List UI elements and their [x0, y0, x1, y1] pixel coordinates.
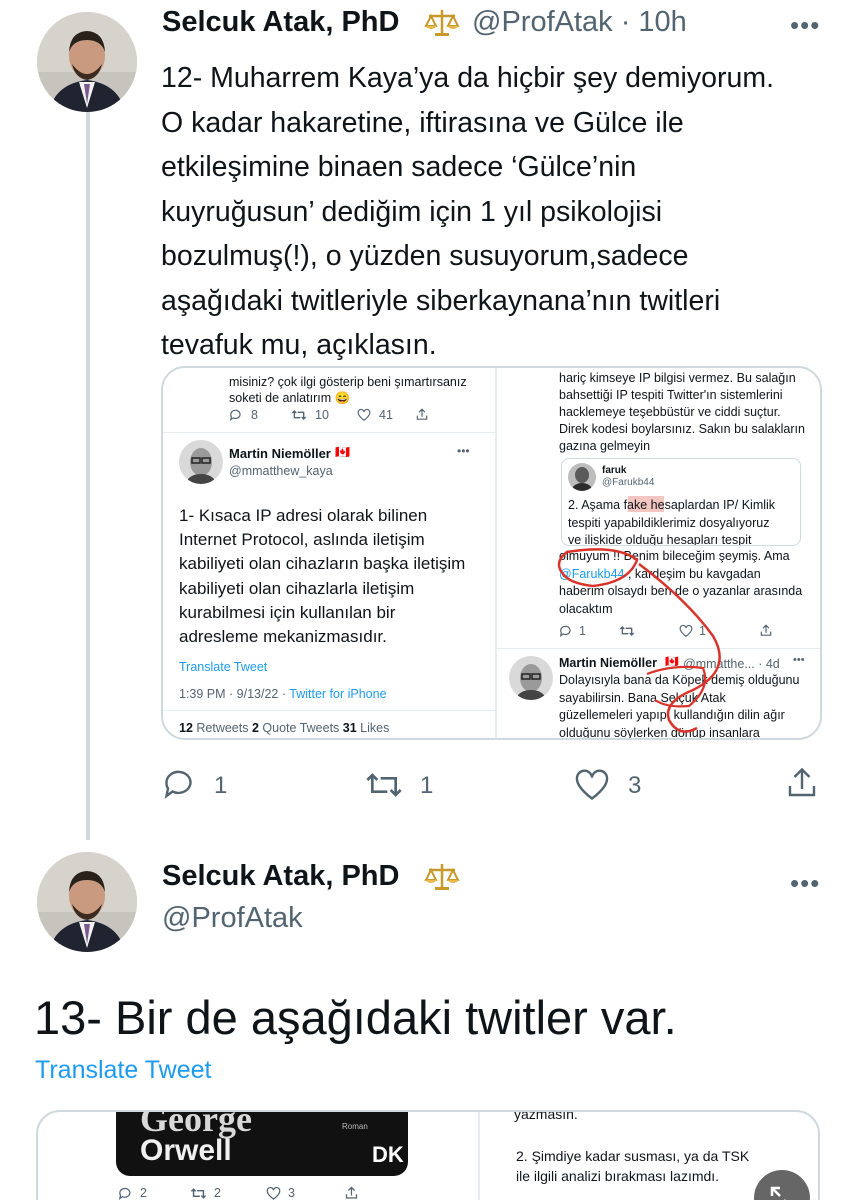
avatar[interactable] — [37, 12, 137, 112]
embedded-action-bar: 2 2 3 — [116, 1186, 406, 1200]
reply-count: 8 — [251, 408, 258, 422]
like-icon[interactable] — [574, 768, 610, 807]
tweet-text: 13- Bir de aşağıdaki twitler var. — [34, 991, 677, 1044]
reply-icon — [229, 408, 243, 427]
avatar[interactable] — [37, 852, 137, 952]
reply-count: 1 — [214, 772, 228, 799]
reply-icon[interactable] — [162, 766, 198, 807]
share-icon[interactable] — [784, 764, 820, 807]
embedded-text: misiniz? çok ilgi gösterip beni şımartır… — [229, 375, 467, 389]
embedded-author-handle: @mmatthew_kaya — [229, 464, 333, 478]
share-icon — [344, 1185, 359, 1200]
like-icon — [266, 1186, 281, 1200]
embedded-translate: Translate Tweet — [179, 660, 268, 674]
tweet-text-line: O kadar hakaretine, iftirasına ve Gülce … — [161, 106, 684, 139]
embedded-time: 1:39 PM · 9/13/22 · — [179, 687, 290, 701]
book-title-line: Orwell — [140, 1134, 232, 1167]
like-count: 41 — [379, 408, 393, 422]
scale-icon — [424, 8, 460, 43]
embedded-body-line: kabiliyeti olan cihazlarla iletişim — [179, 578, 415, 598]
embedded-text: 2. Şimdiye kadar susması, ya da TSK — [516, 1148, 750, 1164]
embedded-stats: 12 Retweets 2 Quote Tweets 31 Likes — [179, 720, 389, 737]
retweet-icon[interactable] — [364, 768, 404, 807]
scale-icon — [424, 862, 460, 897]
author-handle[interactable]: @ProfAtak — [162, 902, 303, 935]
retweet-count: 2 — [214, 1186, 221, 1200]
media-image[interactable]: misiniz? çok ilgi gösterip beni şımartır… — [161, 366, 822, 740]
share-icon — [415, 407, 429, 427]
tweet-text-line: kuyruğusun’ dediğim için 1 yıl psikoloji… — [161, 195, 663, 228]
tweet-text: 12- Muharrem Kaya’ya da hiçbir şey demiy… — [161, 56, 831, 368]
like-icon — [357, 408, 371, 427]
screenshot-right: hariç kimseye IP bilgisi vermez. Bu sala… — [497, 368, 820, 738]
more-icon: ••• — [457, 444, 470, 458]
author-handle-time[interactable]: @ProfAtak · 10h — [472, 6, 687, 39]
like-count: 3 — [628, 772, 642, 799]
retweet-icon — [190, 1186, 207, 1200]
embedded-body-line: Internet Protocol, aslında iletişim — [179, 530, 425, 550]
publisher-logo: DK — [372, 1142, 404, 1167]
embedded-action-bar: 8 10 41 — [229, 408, 439, 424]
stat-label: Quote Tweets — [258, 721, 343, 735]
embedded-source: Twitter for iPhone — [289, 687, 387, 701]
panel-divider — [478, 1112, 480, 1200]
screenshot-left: misiniz? çok ilgi gösterip beni şımartır… — [163, 368, 495, 738]
reply-count: 2 — [140, 1186, 147, 1200]
stat-number: 31 — [342, 721, 357, 735]
divider — [163, 432, 495, 433]
stat-number: 2 — [251, 721, 259, 735]
tweet-text-line: aşağıdaki twitleriyle siberkaynana’nın t… — [161, 284, 721, 317]
like-count: 3 — [288, 1186, 295, 1200]
translate-tweet-link[interactable]: Translate Tweet — [35, 1056, 211, 1085]
retweet-count: 1 — [420, 772, 434, 799]
more-icon[interactable]: ••• — [790, 870, 820, 896]
embedded-body: 1- Kısaca IP adresi olarak bilinen Inter… — [179, 504, 465, 649]
embedded-author-name: Martin Niemöller — [229, 446, 331, 461]
avatar — [179, 440, 223, 484]
author-name[interactable]: Selcuk Atak, PhD — [162, 6, 399, 39]
tweet-text-line: etkileşimine binaen sadece ‘Gülce’nin — [161, 151, 637, 183]
embedded-meta: 1:39 PM · 9/13/22 · Twitter for iPhone — [179, 686, 387, 703]
embedded-body-line: 1- Kısaca IP adresi olarak bilinen — [179, 506, 428, 525]
expand-icon[interactable] — [754, 1170, 810, 1200]
tweet-text-line: 12- Muharrem Kaya’ya da hiçbir şey demiy… — [161, 62, 774, 94]
tweet-text-line: tevafuk mu, açıklasın. — [161, 329, 437, 361]
flag-icon: 🇨🇦 — [335, 445, 350, 459]
stat-number: 12 — [179, 721, 193, 735]
embedded-body-line: adresleme mekanizmasıdır. — [179, 627, 387, 647]
tweet-text-line: bozulmuş(!), o yüzden susuyorum,sadece — [161, 240, 689, 272]
book-cover: George Orwell Roman DK — [116, 1112, 408, 1176]
divider — [163, 710, 495, 711]
embedded-text: soketi de anlatırım 😄 — [229, 391, 351, 405]
stat-label: Retweets — [192, 721, 252, 735]
embedded-body-line: kabiliyeti olan cihazların başka iletişi… — [179, 554, 466, 574]
embedded-text: ile ilgili analizi bırakması lazımdı. — [516, 1168, 720, 1184]
red-annotation — [557, 548, 721, 733]
thread-line — [86, 112, 90, 840]
retweet-count: 10 — [315, 408, 329, 422]
more-icon[interactable]: ••• — [790, 12, 820, 38]
retweet-icon — [291, 408, 307, 427]
reply-icon — [118, 1186, 133, 1200]
embedded-body-line: kurabilmesi için kullanılan bir — [179, 602, 396, 622]
stat-label: Likes — [356, 721, 390, 735]
media-image[interactable]: George Orwell Roman DK 2 2 3 yazmasın. 2… — [36, 1110, 820, 1200]
tweet-actions: 1 1 3 — [0, 762, 855, 810]
author-name[interactable]: Selcuk Atak, PhD — [162, 860, 399, 893]
book-small-text: Roman — [342, 1122, 368, 1131]
embedded-text: yazmasın. — [514, 1110, 578, 1122]
